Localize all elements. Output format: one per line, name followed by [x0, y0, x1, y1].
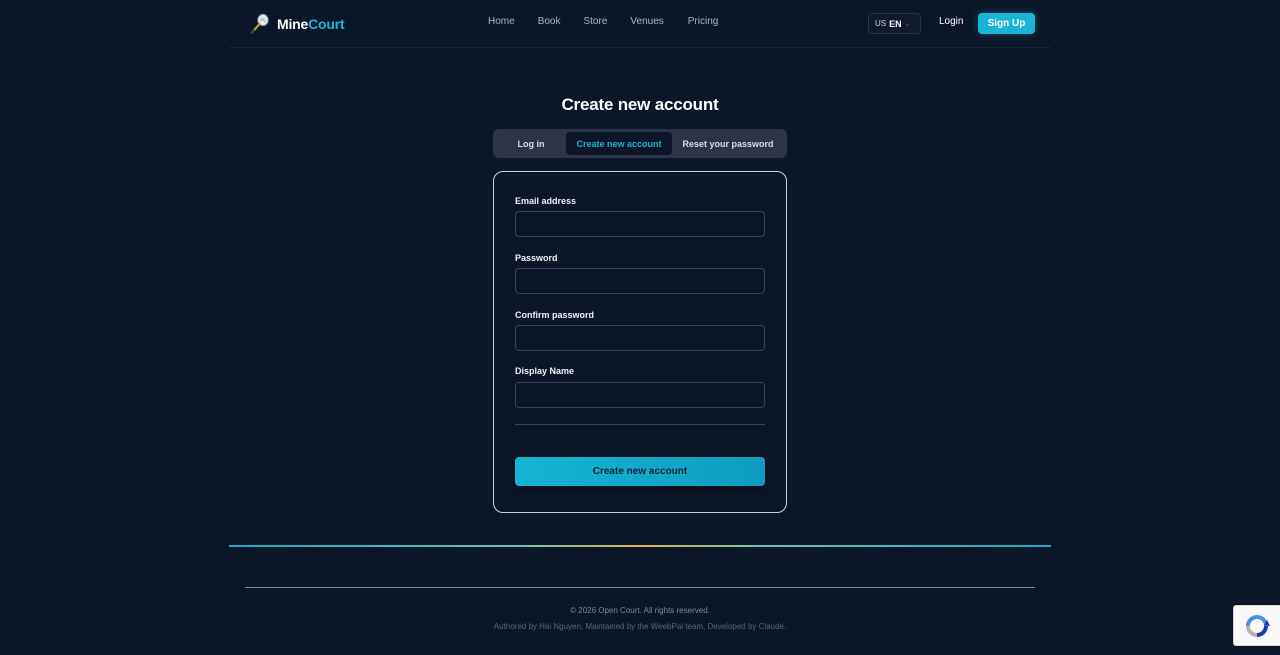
auth-tabs: Log in Create new account Reset your pas…: [493, 129, 787, 158]
copyright-text: © 2026 Open Court. All rights reserved.: [570, 606, 710, 615]
logo-text-accent: Court: [308, 16, 345, 32]
nav-link-store[interactable]: Store: [583, 16, 607, 27]
create-account-button[interactable]: Create new account: [515, 457, 765, 486]
signup-form: Email address Password Confirm password …: [493, 171, 787, 513]
display-name-field[interactable]: [515, 382, 765, 408]
us-flag-icon: US: [875, 19, 887, 28]
email-label: Email address: [515, 196, 577, 206]
page-title: Create new account: [561, 95, 719, 114]
tab-reset-password[interactable]: Reset your password: [672, 132, 784, 155]
badminton-racket-icon: [250, 13, 269, 35]
email-field[interactable]: [515, 211, 765, 237]
nav-link-home[interactable]: Home: [488, 16, 515, 27]
nav-link-venues[interactable]: Venues: [630, 16, 663, 27]
recaptcha-icon: [1246, 614, 1270, 637]
logo[interactable]: MineCourt: [249, 13, 345, 35]
chevron-down-icon: ⌄: [904, 20, 911, 28]
password-label: Password: [515, 253, 558, 263]
main-nav: Home Book Store Venues Pricing: [488, 16, 718, 27]
tab-log-in[interactable]: Log in: [496, 132, 566, 155]
password-field[interactable]: [515, 268, 765, 294]
recaptcha-badge[interactable]: [1233, 605, 1280, 646]
display-name-label: Display Name: [515, 366, 575, 376]
signup-button[interactable]: Sign Up: [978, 13, 1035, 34]
login-link[interactable]: Login: [939, 16, 963, 27]
tab-create-account[interactable]: Create new account: [566, 132, 672, 155]
language-code: EN: [889, 18, 902, 29]
logo-text-primary: Mine: [277, 16, 309, 32]
footer-divider: [245, 587, 1035, 588]
form-divider: [515, 424, 765, 425]
top-navbar: MineCourt Home Book Store Venues Pricing…: [229, 0, 1051, 48]
page: MineCourt Home Book Store Venues Pricing…: [0, 0, 1280, 655]
credits-text: Authored by Hai Nguyen, Maintained by th…: [493, 622, 787, 631]
footer-accent-line: [229, 545, 1051, 547]
nav-link-book[interactable]: Book: [538, 16, 561, 27]
language-selector[interactable]: US EN ⌄: [868, 13, 921, 34]
confirm-password-field[interactable]: [515, 325, 765, 351]
confirm-password-label: Confirm password: [515, 310, 595, 320]
nav-link-pricing[interactable]: Pricing: [688, 16, 719, 27]
signup-button-label: Sign Up: [987, 18, 1026, 29]
